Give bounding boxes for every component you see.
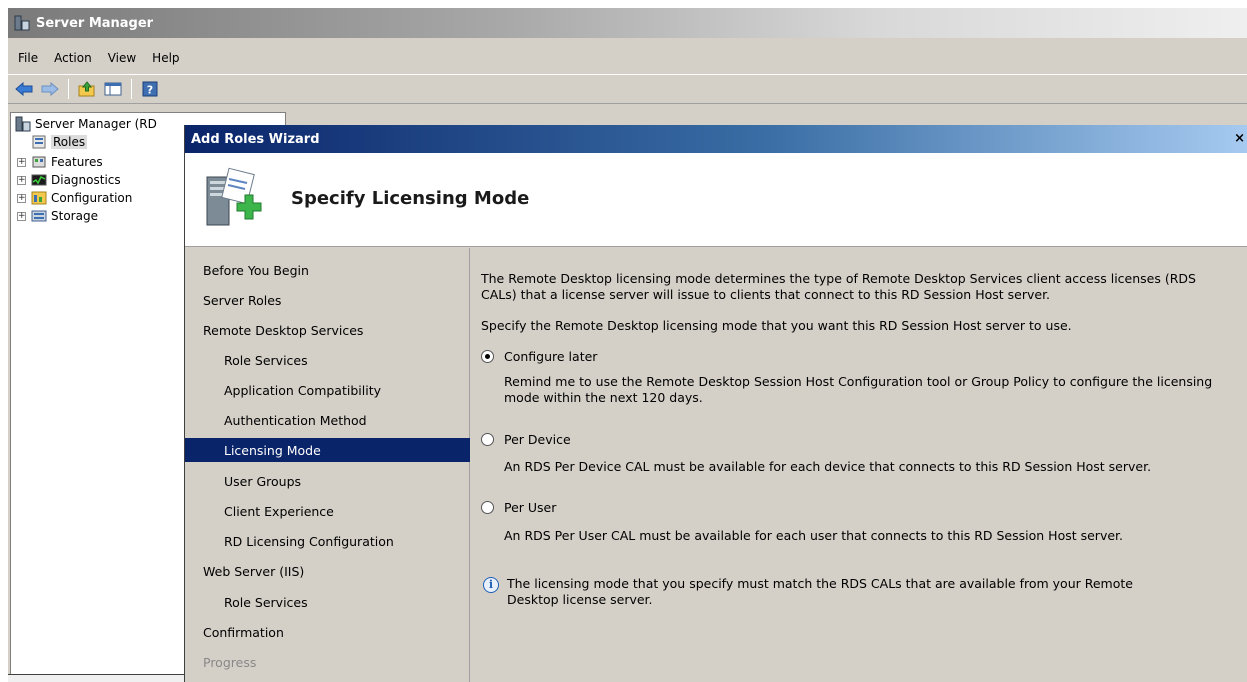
expand-icon[interactable]: + — [17, 157, 26, 167]
toolbar-separator — [131, 79, 132, 99]
wizard-step-user-groups[interactable]: User Groups — [185, 469, 470, 493]
toolbar: ? — [8, 74, 1247, 104]
svg-text:?: ? — [147, 84, 153, 97]
wizard-steps-nav: Before You Begin Server Roles Remote Des… — [185, 248, 470, 682]
tree-item-diagnostics[interactable]: + Diagnostics — [17, 171, 121, 189]
menu-help[interactable]: Help — [144, 51, 187, 65]
licensing-note-text: The licensing mode that you specify must… — [507, 576, 1133, 607]
forward-icon[interactable] — [38, 78, 62, 100]
wizard-step-progress: Progress — [203, 654, 257, 670]
toolbar-separator — [68, 79, 69, 99]
tree-item-storage[interactable]: + Storage — [17, 207, 98, 225]
menu-view[interactable]: View — [100, 51, 144, 65]
wizard-step-confirmation[interactable]: Confirmation — [185, 620, 470, 644]
wizard-step-authentication-method[interactable]: Authentication Method — [185, 408, 470, 432]
wizard-step-licensing-mode[interactable]: Licensing Mode — [185, 438, 470, 462]
expand-icon[interactable]: + — [17, 175, 26, 185]
wizard-header: Specify Licensing Mode — [185, 153, 1247, 247]
storage-icon — [31, 208, 47, 224]
tree-item-label: Diagnostics — [51, 173, 121, 187]
tree-item-roles[interactable]: Roles — [31, 133, 88, 151]
radio-button[interactable] — [481, 433, 494, 446]
wizard-step-client-experience[interactable]: Client Experience — [185, 499, 470, 523]
wizard-step-server-roles[interactable]: Server Roles — [185, 288, 470, 312]
tree-item-label: Configuration — [51, 191, 133, 205]
close-icon[interactable]: × — [1234, 131, 1245, 146]
info-icon: i — [483, 577, 499, 593]
configure-later-description: Remind me to use the Remote Desktop Sess… — [504, 374, 1213, 405]
wizard-step-role-services[interactable]: Role Services — [185, 348, 470, 372]
menu-action[interactable]: Action — [46, 51, 100, 65]
help-icon[interactable]: ? — [138, 78, 162, 100]
wizard-step-remote-desktop-services[interactable]: Remote Desktop Services — [185, 318, 470, 342]
radio-label-per-user: Per User — [504, 500, 557, 515]
menu-file[interactable]: File — [10, 51, 46, 65]
wizard-content: The Remote Desktop licensing mode determ… — [471, 248, 1247, 682]
up-icon[interactable] — [75, 78, 99, 100]
server-manager-icon — [15, 116, 31, 132]
server-manager-window: Server Manager File Action View Help ? S… — [8, 8, 1247, 682]
tree-item-label: Storage — [51, 209, 98, 223]
licensing-prompt-text: Specify the Remote Desktop licensing mod… — [481, 318, 1072, 333]
radio-button-selected[interactable] — [481, 350, 494, 363]
radio-label-per-device: Per Device — [504, 432, 571, 447]
diagnostics-icon — [31, 172, 47, 188]
add-roles-wizard-dialog: Add Roles Wizard × Specify Licensing Mod… — [184, 125, 1247, 682]
back-icon[interactable] — [12, 78, 36, 100]
tree-root-server-manager[interactable]: Server Manager (RD — [15, 115, 157, 133]
licensing-intro-text: The Remote Desktop licensing mode determ… — [481, 271, 1196, 302]
tree-item-label: Features — [51, 155, 103, 169]
configuration-icon — [31, 190, 47, 206]
show-hide-icon[interactable] — [101, 78, 125, 100]
wizard-title: Add Roles Wizard — [191, 131, 320, 147]
server-add-role-icon — [201, 167, 265, 231]
tree-item-label: Roles — [51, 135, 88, 149]
radio-configure-later[interactable]: Configure later — [481, 349, 597, 364]
wizard-page-title: Specify Licensing Mode — [291, 188, 530, 209]
server-manager-icon — [14, 15, 30, 31]
tree-item-features[interactable]: + Features — [17, 153, 103, 171]
features-icon — [31, 154, 47, 170]
radio-label-configure-later: Configure later — [504, 349, 598, 364]
radio-button[interactable] — [481, 501, 494, 514]
wizard-step-before-you-begin[interactable]: Before You Begin — [185, 258, 470, 282]
wizard-step-web-server-iis[interactable]: Web Server (IIS) — [185, 559, 470, 583]
tree-root-label: Server Manager (RD — [35, 117, 157, 131]
per-device-description: An RDS Per Device CAL must be available … — [504, 459, 1152, 474]
tree-item-configuration[interactable]: + Configuration — [17, 189, 132, 207]
wizard-step-iis-role-services[interactable]: Role Services — [185, 590, 470, 614]
expand-icon[interactable]: + — [17, 193, 26, 203]
wizard-step-rd-licensing-configuration[interactable]: RD Licensing Configuration — [185, 529, 470, 553]
per-user-description: An RDS Per User CAL must be available fo… — [504, 528, 1123, 543]
radio-per-device[interactable]: Per Device — [481, 432, 571, 447]
radio-per-user[interactable]: Per User — [481, 500, 556, 515]
roles-icon — [31, 134, 47, 150]
expand-icon[interactable]: + — [17, 211, 26, 221]
menu-bar: File Action View Help — [8, 46, 188, 70]
wizard-step-application-compatibility[interactable]: Application Compatibility — [185, 378, 470, 402]
wizard-titlebar: Add Roles Wizard × — [185, 125, 1247, 153]
window-title: Server Manager — [36, 15, 154, 31]
window-titlebar: Server Manager — [8, 8, 1247, 38]
